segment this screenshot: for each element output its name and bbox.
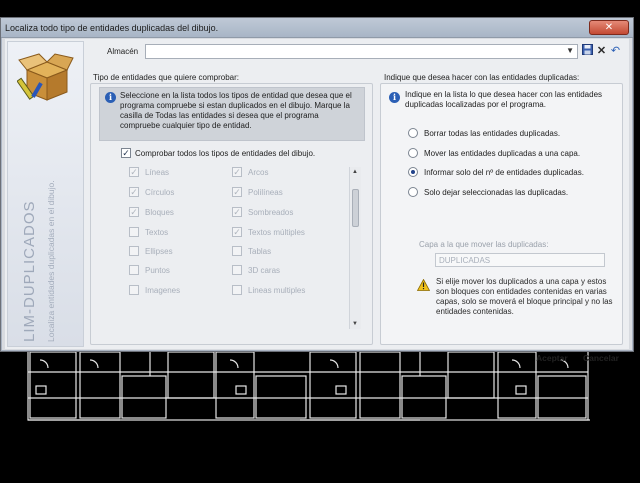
entity-checkbox[interactable]: ✓ bbox=[129, 207, 139, 217]
radio-label: Solo dejar seleccionadas las duplicadas. bbox=[424, 187, 569, 197]
almacen-label: Almacén bbox=[107, 47, 139, 56]
entity-checkbox[interactable] bbox=[232, 285, 242, 295]
entity-label: Líneas bbox=[145, 167, 170, 177]
list-item[interactable]: Textos bbox=[129, 227, 168, 237]
entity-label: Bloques bbox=[145, 207, 174, 217]
banner-title: LIM-DUPLICADOS bbox=[21, 200, 38, 342]
accept-button[interactable]: Aceptar bbox=[536, 353, 568, 363]
check-all-label: Comprobar todos los tipos de entidades d… bbox=[135, 148, 316, 158]
list-item[interactable]: ✓ Bloques bbox=[129, 207, 174, 217]
entity-label: Tablas bbox=[248, 246, 272, 256]
radio-label: Mover las entidades duplicadas a una cap… bbox=[424, 148, 581, 158]
entity-checkbox[interactable] bbox=[129, 265, 139, 275]
list-item[interactable]: Ellipses bbox=[129, 246, 173, 256]
list-item[interactable]: 3D caras bbox=[232, 265, 280, 275]
left-info-box: i Seleccione en la lista todos los tipos… bbox=[99, 87, 365, 141]
undo-icon[interactable]: ↶ bbox=[609, 44, 622, 58]
entity-label: Imagenes bbox=[145, 285, 181, 295]
list-scrollbar[interactable]: ▲ ▼ bbox=[349, 167, 361, 329]
list-item[interactable]: ✓ Sombreados bbox=[232, 207, 293, 217]
list-item[interactable]: Tablas bbox=[232, 246, 271, 256]
entity-label: Arcos bbox=[248, 167, 269, 177]
info-icon: i bbox=[389, 92, 400, 103]
left-info-text: Seleccione en la lista todos los tipos d… bbox=[120, 91, 352, 130]
list-item[interactable]: ✓ Líneas bbox=[129, 167, 169, 177]
chevron-down-icon[interactable]: ▼ bbox=[566, 46, 574, 55]
entity-label: 3D caras bbox=[248, 265, 281, 275]
entity-label: Polilíneas bbox=[248, 187, 283, 197]
entity-checkbox[interactable]: ✓ bbox=[232, 167, 242, 177]
radio-button[interactable] bbox=[408, 128, 418, 138]
radio-borrar[interactable]: Borrar todas las entidades duplicadas. bbox=[408, 128, 560, 138]
duplicates-dialog: Localiza todo tipo de entidades duplicad… bbox=[0, 17, 634, 363]
right-group-title: Indique que desea hacer con las entidade… bbox=[384, 73, 580, 82]
list-item[interactable]: Lineas multiples bbox=[232, 285, 305, 295]
warning-icon bbox=[417, 279, 430, 291]
list-item[interactable]: ✓ Polilíneas bbox=[232, 187, 283, 197]
list-item[interactable]: ✓ Arcos bbox=[232, 167, 268, 177]
entity-label: Puntos bbox=[145, 265, 170, 275]
entity-label: Ellipses bbox=[145, 246, 173, 256]
radio-label: Borrar todas las entidades duplicadas. bbox=[424, 128, 561, 138]
close-button[interactable]: ✕ bbox=[589, 20, 629, 35]
entity-checkbox[interactable] bbox=[232, 265, 242, 275]
right-info-text: Indique en la lista lo que desea hacer c… bbox=[405, 90, 603, 109]
dialog-client-area: LIM-DUPLICADOS Localiza entidades duplic… bbox=[5, 39, 629, 363]
entity-type-list: ✓ Líneas ✓ Círculos ✓ Bloques Textos Ell… bbox=[129, 167, 359, 329]
capa-field[interactable]: DUPLICADAS bbox=[435, 253, 605, 267]
banner-subtitle: Localiza entidades duplicadas en el dibu… bbox=[46, 180, 56, 342]
radio-informar[interactable]: Informar solo del nº de entidades duplic… bbox=[408, 167, 584, 177]
entity-checkbox[interactable]: ✓ bbox=[129, 167, 139, 177]
side-banner: LIM-DUPLICADOS Localiza entidades duplic… bbox=[7, 41, 84, 347]
entity-checkbox[interactable]: ✓ bbox=[232, 187, 242, 197]
entity-checkbox[interactable] bbox=[232, 246, 242, 256]
box-tools-icon bbox=[17, 53, 74, 101]
action-group: i Indique en la lista lo que desea hacer… bbox=[380, 83, 623, 345]
scroll-down-icon[interactable]: ▼ bbox=[352, 321, 358, 327]
entity-label: Textos múltiples bbox=[248, 227, 305, 237]
entity-label: Textos bbox=[145, 227, 169, 237]
radio-button[interactable] bbox=[408, 167, 418, 177]
entity-checkbox[interactable]: ✓ bbox=[232, 227, 242, 237]
radio-seleccionar[interactable]: Solo dejar seleccionadas las duplicadas. bbox=[408, 187, 568, 197]
scroll-up-icon[interactable]: ▲ bbox=[352, 169, 358, 175]
entity-checkbox[interactable]: ✓ bbox=[232, 207, 242, 217]
entity-types-group: i Seleccione en la lista todos los tipos… bbox=[90, 83, 373, 345]
entity-label: Sombreados bbox=[248, 207, 294, 217]
list-item[interactable]: ✓ Círculos bbox=[129, 187, 174, 197]
window-title: Localiza todo tipo de entidades duplicad… bbox=[5, 23, 219, 33]
list-item[interactable]: Imagenes bbox=[129, 285, 180, 295]
save-icon[interactable] bbox=[581, 44, 594, 58]
almacen-combobox[interactable]: ▼ bbox=[145, 44, 578, 59]
left-group-title: Tipo de entidades que quiere comprobar: bbox=[93, 73, 240, 82]
title-bar[interactable]: Localiza todo tipo de entidades duplicad… bbox=[1, 18, 633, 38]
entity-checkbox[interactable] bbox=[129, 227, 139, 237]
entity-label: Círculos bbox=[145, 187, 175, 197]
radio-mover[interactable]: Mover las entidades duplicadas a una cap… bbox=[408, 148, 580, 158]
entity-checkbox[interactable] bbox=[129, 285, 139, 295]
entity-checkbox[interactable]: ✓ bbox=[129, 187, 139, 197]
info-icon: i bbox=[105, 92, 116, 103]
scroll-thumb[interactable] bbox=[352, 189, 359, 227]
entity-label: Lineas multiples bbox=[248, 285, 306, 295]
list-item[interactable]: Puntos bbox=[129, 265, 170, 275]
list-item[interactable]: ✓ Textos múltiples bbox=[232, 227, 305, 237]
radio-label: Informar solo del nº de entidades duplic… bbox=[424, 167, 584, 177]
radio-button[interactable] bbox=[408, 187, 418, 197]
capa-label: Capa a la que mover las duplicadas: bbox=[419, 240, 549, 249]
check-all-checkbox[interactable]: ✓ Comprobar todos los tipos de entidades… bbox=[121, 148, 315, 158]
warning-text: Si elije mover los duplicados a una capa… bbox=[436, 277, 613, 316]
cancel-button[interactable]: Cancelar bbox=[583, 353, 619, 363]
delete-icon[interactable]: ✕ bbox=[595, 44, 608, 58]
radio-button[interactable] bbox=[408, 148, 418, 158]
check-all-box[interactable]: ✓ bbox=[121, 148, 131, 158]
entity-checkbox[interactable] bbox=[129, 246, 139, 256]
